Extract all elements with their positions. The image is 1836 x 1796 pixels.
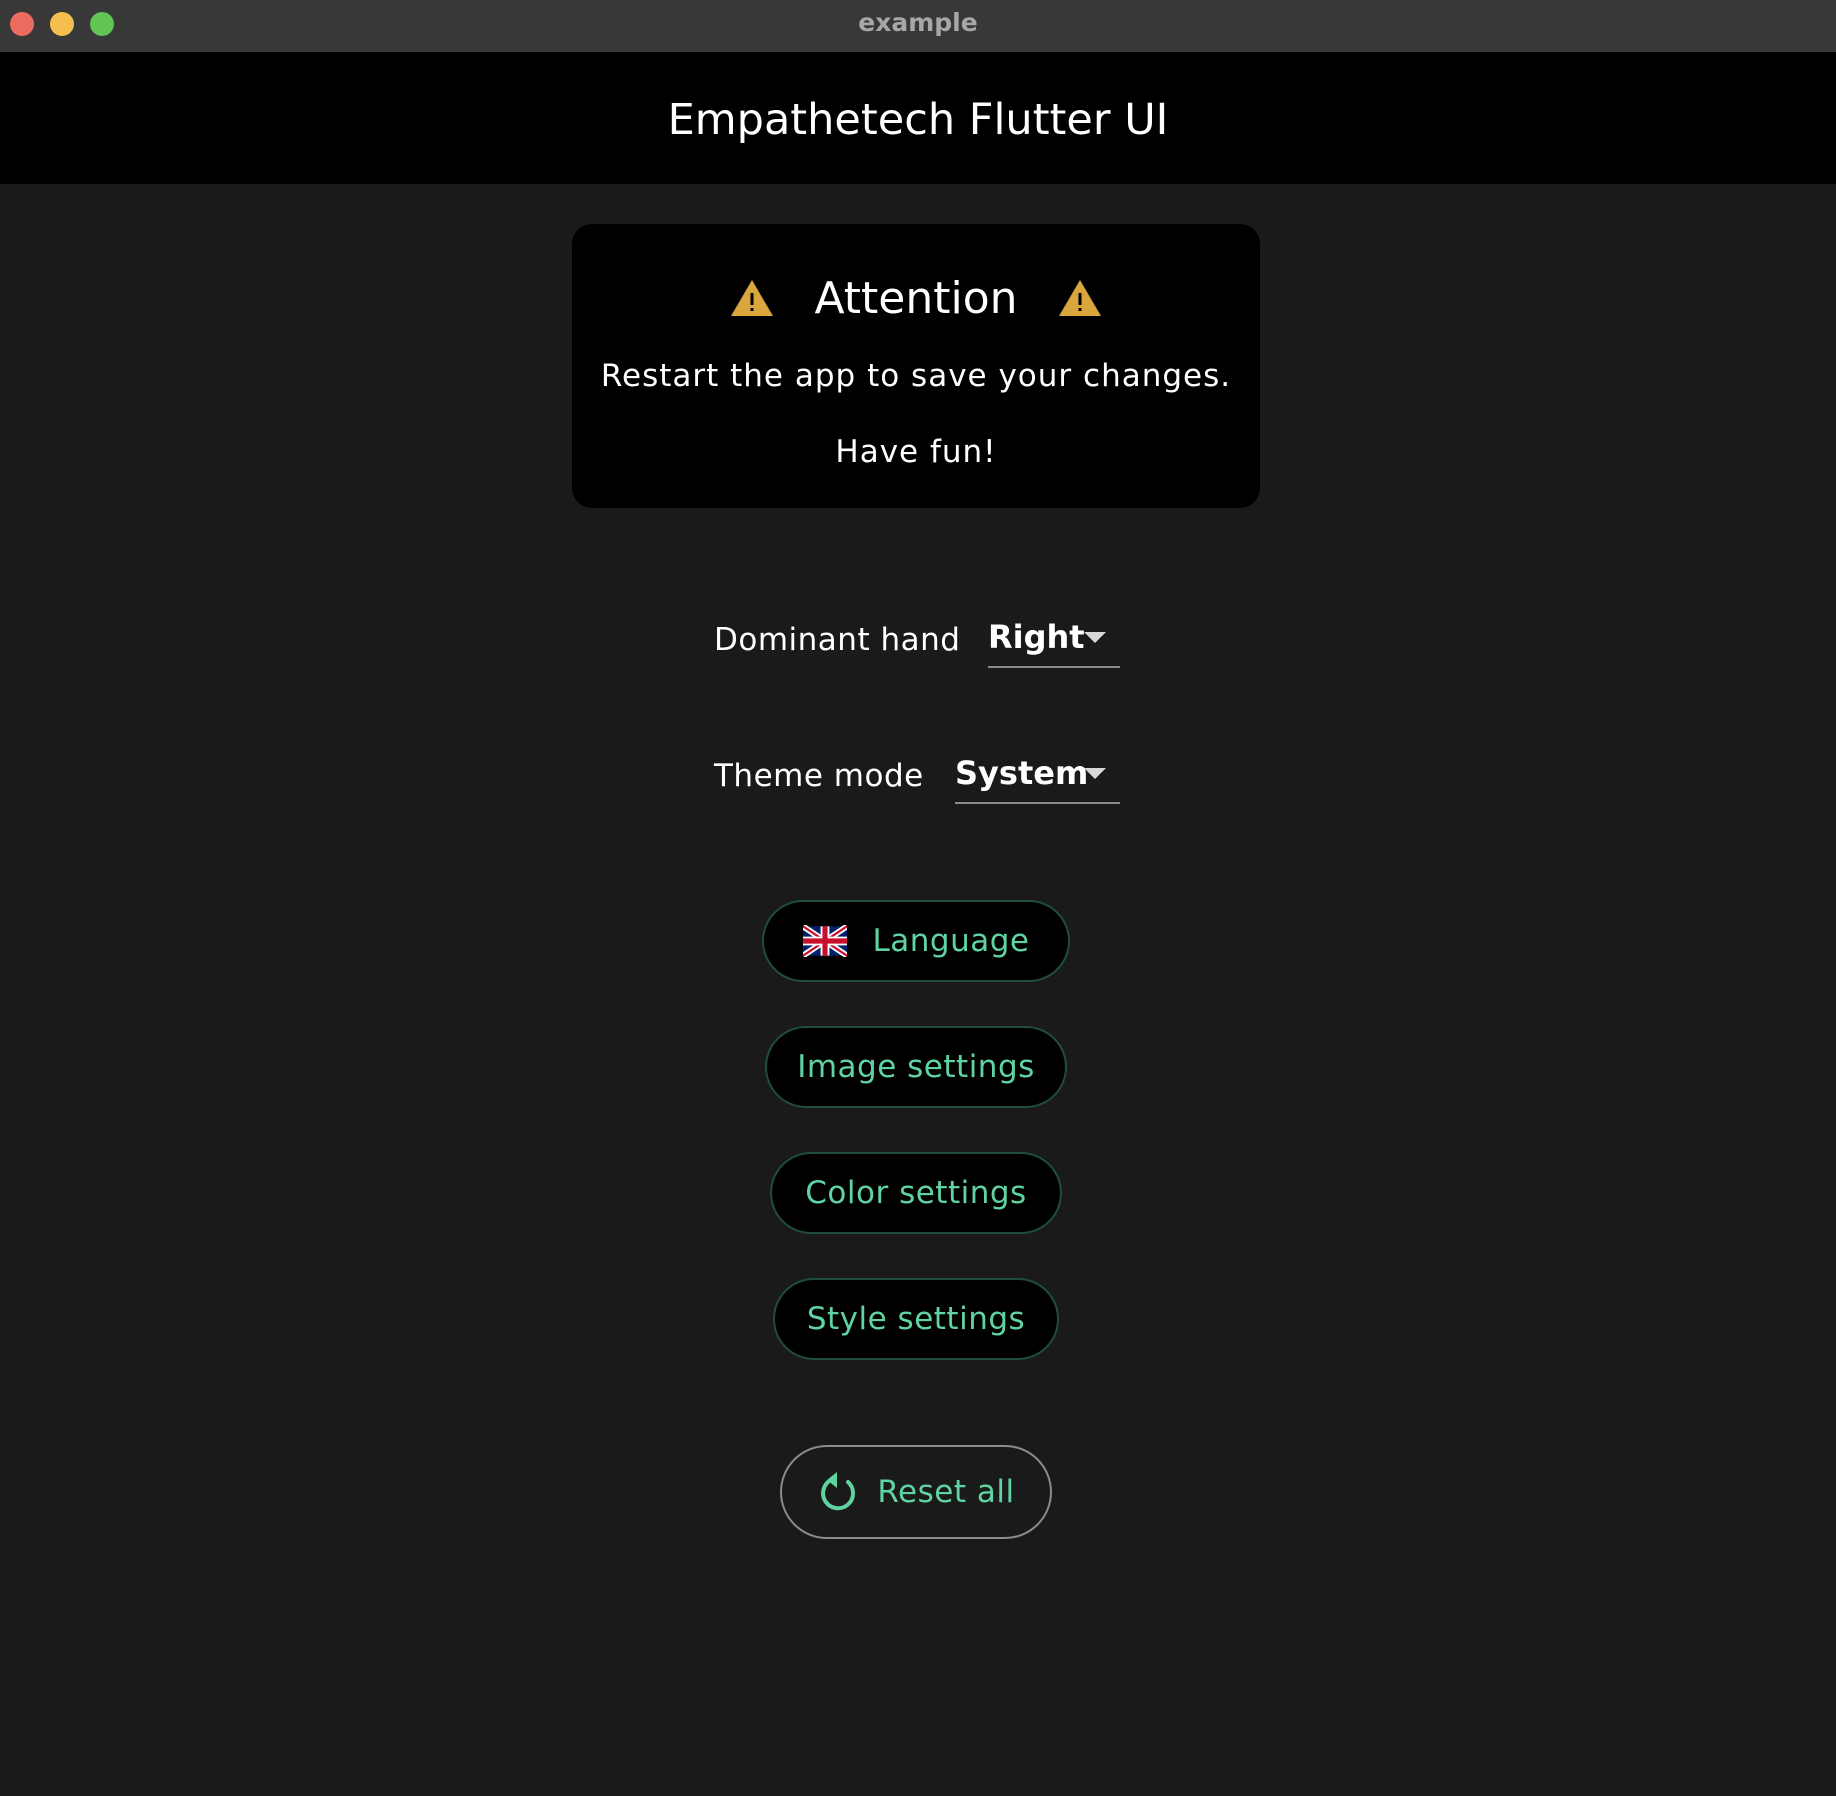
theme-mode-label: Theme mode	[714, 758, 924, 794]
language-button[interactable]: Language	[762, 900, 1070, 982]
image-settings-label: Image settings	[797, 1049, 1035, 1085]
dominant-hand-dropdown[interactable]: Right	[988, 608, 1120, 668]
attention-card: Attention Restart the app to save your c…	[572, 224, 1260, 508]
color-settings-label: Color settings	[805, 1175, 1027, 1211]
uk-flag-icon	[802, 925, 847, 957]
style-settings-button[interactable]: Style settings	[773, 1278, 1059, 1360]
language-button-label: Language	[872, 923, 1030, 959]
theme-mode-row: Theme mode System	[0, 744, 1836, 804]
reset-all-button[interactable]: Reset all	[780, 1445, 1052, 1539]
theme-mode-dropdown[interactable]: System	[955, 744, 1120, 804]
window-title: example	[858, 8, 978, 37]
window-titlebar: example	[0, 0, 1836, 53]
theme-mode-value: System	[955, 754, 1089, 792]
app-window: example Empathetech Flutter UI Attention…	[0, 0, 1836, 1796]
attention-message: Restart the app to save your changes.	[600, 358, 1232, 394]
dominant-hand-value: Right	[988, 618, 1085, 656]
color-settings-button[interactable]: Color settings	[770, 1152, 1062, 1234]
image-settings-button[interactable]: Image settings	[765, 1026, 1067, 1108]
app-bar: Empathetech Flutter UI	[0, 52, 1836, 184]
chevron-down-icon	[1084, 768, 1106, 779]
warning-icon	[731, 280, 774, 316]
attention-header: Attention	[572, 264, 1260, 332]
attention-footer: Have fun!	[835, 434, 997, 470]
attention-title: Attention	[814, 272, 1018, 324]
refresh-icon	[821, 1472, 856, 1511]
style-settings-label: Style settings	[806, 1301, 1026, 1337]
dominant-hand-label: Dominant hand	[714, 622, 961, 658]
reset-all-label: Reset all	[877, 1474, 1015, 1510]
dominant-hand-row: Dominant hand Right	[0, 608, 1836, 668]
warning-icon	[1058, 280, 1101, 316]
chevron-down-icon	[1084, 632, 1106, 643]
page-title: Empathetech Flutter UI	[667, 95, 1169, 145]
